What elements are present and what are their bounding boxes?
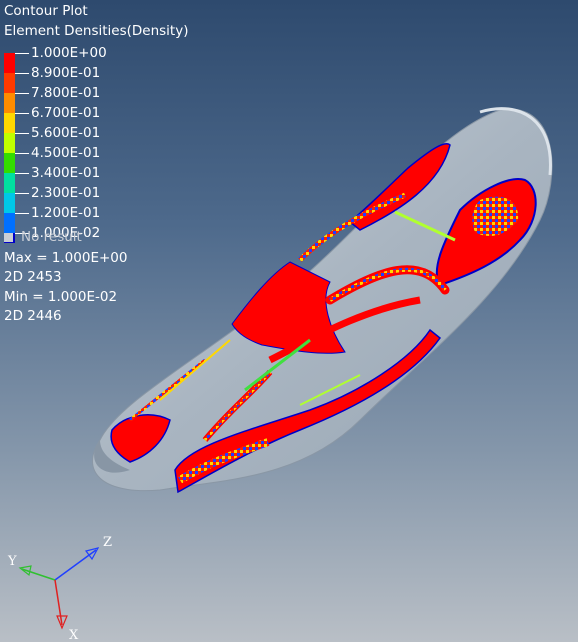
axis-triad: Z Y X: [7, 535, 112, 642]
x-axis-label: X: [69, 628, 79, 642]
z-axis: [54, 549, 97, 581]
y-axis: [21, 568, 56, 581]
graphics-viewport[interactable]: Contour Plot Element Densities(Density) …: [0, 0, 578, 642]
z-axis-label: Z: [103, 535, 112, 550]
y-axis-label: Y: [7, 554, 17, 569]
